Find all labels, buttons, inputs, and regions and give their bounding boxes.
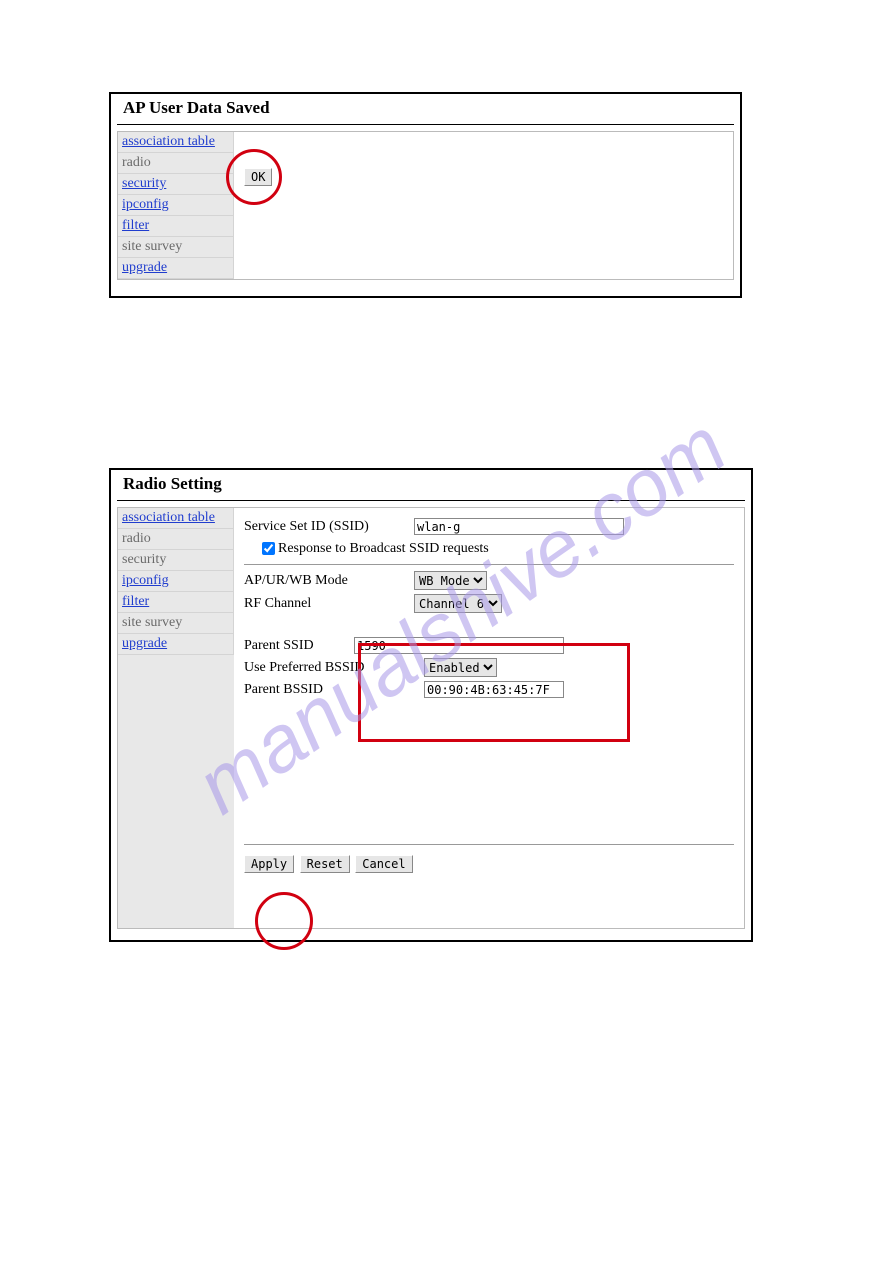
sidebar-item[interactable]: ipconfig [118,571,234,592]
sidebar-item[interactable]: site survey [118,613,234,634]
panel2-title: Radio Setting [117,470,745,501]
sidebar-item[interactable]: radio [118,529,234,550]
ok-button[interactable]: OK [244,168,272,186]
panel2-sidebar: association table radio security ipconfi… [118,508,234,928]
response-label: Response to Broadcast SSID requests [278,541,489,557]
divider [244,844,734,845]
sidebar-item[interactable]: filter [118,216,234,237]
sidebar-item[interactable]: upgrade [118,634,234,655]
sidebar-item[interactable]: association table [118,132,234,153]
sidebar-item[interactable]: radio [118,153,234,174]
divider [244,564,734,565]
mode-label: AP/UR/WB Mode [244,573,414,589]
panel-ap-user-data-saved: AP User Data Saved association table rad… [109,92,742,298]
sidebar-item[interactable]: site survey [118,237,234,258]
mode-select[interactable]: WB Mode [414,571,487,590]
sidebar-item[interactable]: upgrade [118,258,234,279]
panel1-sidebar: association table radio security ipconfi… [118,132,234,279]
sidebar-item[interactable]: association table [118,508,234,529]
rf-select[interactable]: Channel 6 [414,594,502,613]
parent-ssid-input[interactable] [354,637,564,654]
use-pref-select[interactable]: Enabled [424,658,497,677]
parent-ssid-label: Parent SSID [244,638,354,654]
apply-button[interactable]: Apply [244,855,294,873]
sidebar-item[interactable]: filter [118,592,234,613]
ssid-input[interactable] [414,518,624,535]
cancel-button[interactable]: Cancel [355,855,412,873]
sidebar-item[interactable]: security [118,174,234,195]
parent-bssid-label: Parent BSSID [244,682,424,698]
panel1-title: AP User Data Saved [117,94,734,125]
panel-radio-setting: Radio Setting association table radio se… [109,468,753,942]
reset-button[interactable]: Reset [300,855,350,873]
sidebar-item[interactable]: ipconfig [118,195,234,216]
ssid-label: Service Set ID (SSID) [244,519,414,535]
use-pref-label: Use Preferred BSSID [244,660,424,676]
rf-label: RF Channel [244,596,414,612]
response-checkbox[interactable] [262,542,275,555]
parent-bssid-input[interactable] [424,681,564,698]
sidebar-item[interactable]: security [118,550,234,571]
